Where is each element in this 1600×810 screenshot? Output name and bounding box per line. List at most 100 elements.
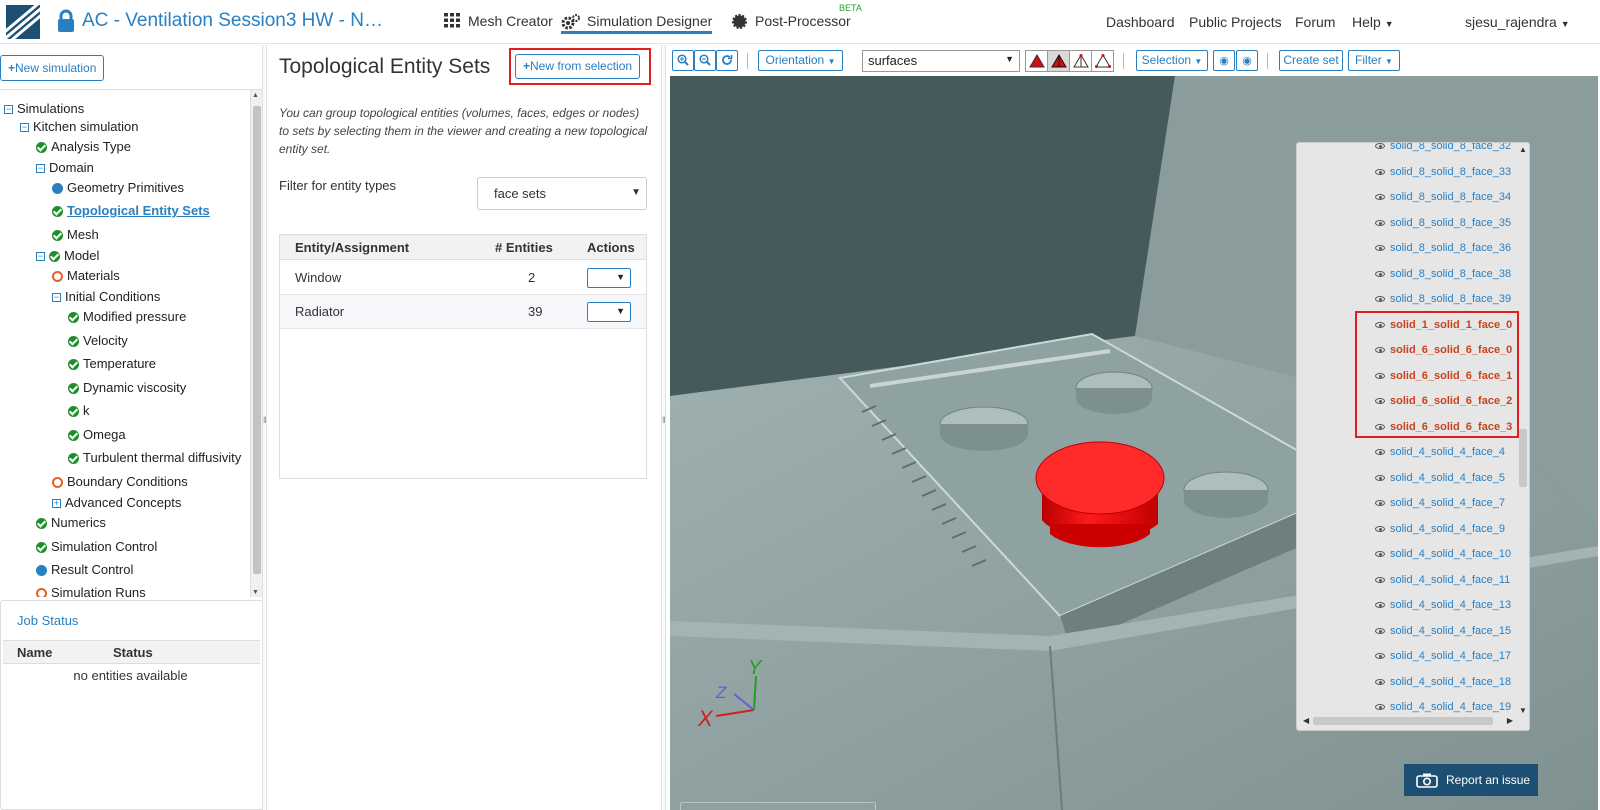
tab-mesh-creator[interactable]: Mesh Creator [444, 0, 553, 42]
eye-icon[interactable] [1375, 704, 1385, 711]
face-list-item[interactable]: solid_4_solid_4_face_11 [1375, 571, 1510, 589]
face-list-item[interactable]: solid_8_solid_8_face_39 [1375, 290, 1511, 308]
picked-entity-field[interactable]: solid_9_solid_9_face_9 [680, 802, 876, 810]
collapse-icon[interactable]: − [4, 105, 13, 115]
tree-boundary-conditions[interactable]: Boundary Conditions [52, 473, 188, 491]
tree-omega[interactable]: Omega [68, 426, 126, 444]
show-all-button[interactable]: ◉ [1236, 50, 1258, 71]
scroll-left-icon[interactable]: ◀ [1303, 716, 1309, 725]
tree-geometry-primitives[interactable]: Geometry Primitives [52, 179, 184, 197]
face-list-item[interactable]: solid_8_solid_8_face_34 [1375, 188, 1511, 206]
tree-simulation-runs[interactable]: Simulation Runs [36, 584, 146, 597]
orientation-dropdown[interactable]: Orientation ▼ [758, 50, 843, 71]
tree-temperature[interactable]: Temperature [68, 355, 156, 373]
dashboard-link[interactable]: Dashboard [1106, 14, 1175, 30]
zoom-out-button[interactable] [694, 50, 716, 71]
tree-dynamic-viscosity[interactable]: Dynamic viscosity [68, 379, 186, 397]
tree-scrollbar[interactable]: ▲ ▼ [250, 90, 262, 597]
tree-simulations[interactable]: − Simulations [4, 100, 84, 118]
tree-advanced-concepts[interactable]: + Advanced Concepts [52, 494, 181, 512]
help-menu[interactable]: Help ▼ [1352, 14, 1394, 30]
tree-modified-pressure[interactable]: Modified pressure [68, 308, 186, 326]
face-list-item[interactable]: solid_4_solid_4_face_13 [1375, 596, 1511, 614]
tree-kitchen-simulation[interactable]: − Kitchen simulation [20, 118, 139, 136]
face-list-item[interactable]: solid_8_solid_8_face_36 [1375, 239, 1511, 257]
tree-result-control[interactable]: Result Control [36, 561, 133, 579]
forum-link[interactable]: Forum [1295, 14, 1335, 30]
scroll-down-icon[interactable]: ▼ [1519, 706, 1527, 715]
shaded-solid-button[interactable] [1025, 50, 1048, 72]
face-list-item[interactable]: solid_4_solid_4_face_4 [1375, 443, 1505, 461]
eye-icon[interactable] [1375, 194, 1385, 201]
eye-icon[interactable] [1375, 168, 1385, 175]
eye-icon[interactable] [1375, 245, 1385, 252]
table-row[interactable]: Window 2 [280, 261, 646, 295]
tab-simulation-designer[interactable]: Simulation Designer [561, 0, 713, 34]
reset-view-button[interactable] [716, 50, 738, 71]
eye-icon[interactable] [1375, 270, 1385, 277]
eye-icon[interactable] [1375, 500, 1385, 507]
tree-topological-entity-sets[interactable]: Topological Entity Sets [52, 202, 210, 220]
create-set-button[interactable]: Create set [1279, 50, 1343, 71]
face-list-hscrollbar[interactable]: ◀ ▶ [1303, 716, 1513, 726]
collapse-icon[interactable]: − [36, 252, 45, 262]
face-list-item[interactable]: solid_8_solid_8_face_32 [1375, 143, 1511, 155]
tree-mesh[interactable]: Mesh [52, 226, 99, 244]
face-list-item[interactable]: solid_4_solid_4_face_15 [1375, 622, 1511, 640]
tree-domain[interactable]: − Domain [36, 159, 94, 177]
face-list-item[interactable]: solid_8_solid_8_face_38 [1375, 265, 1511, 283]
simscale-logo[interactable] [6, 5, 40, 39]
new-simulation-button[interactable]: +New simulation [0, 55, 105, 81]
collapse-icon[interactable]: − [20, 123, 29, 133]
selection-dropdown[interactable]: Selection ▼ [1136, 50, 1208, 71]
scroll-up-icon[interactable]: ▲ [252, 92, 259, 99]
expand-icon[interactable]: + [52, 499, 61, 509]
new-from-selection-button[interactable]: +New from selection [515, 54, 641, 79]
public-projects-link[interactable]: Public Projects [1189, 14, 1282, 30]
face-list-item[interactable]: solid_4_solid_4_face_19 [1375, 698, 1511, 716]
face-list-item[interactable]: solid_4_solid_4_face_5 [1375, 469, 1505, 487]
tree-analysis-type[interactable]: Analysis Type [36, 138, 131, 156]
user-menu[interactable]: sjesu_rajendra ▼ [1465, 14, 1570, 30]
face-list-item[interactable]: solid_4_solid_4_face_17 [1375, 647, 1511, 665]
3d-scene[interactable]: X Y Z solid_8_solid_8_face_32 solid_8_sol… [670, 76, 1598, 810]
tree-velocity[interactable]: Velocity [68, 332, 128, 350]
scroll-up-icon[interactable]: ▲ [1519, 145, 1527, 154]
face-list-item[interactable]: solid_4_solid_4_face_7 [1375, 494, 1505, 512]
eye-icon[interactable] [1375, 219, 1385, 226]
scroll-right-icon[interactable]: ▶ [1507, 716, 1513, 725]
tree-initial-conditions[interactable]: − Initial Conditions [52, 288, 160, 306]
tree-k[interactable]: k [68, 402, 90, 420]
eye-icon[interactable] [1375, 296, 1385, 303]
render-mode-select[interactable]: surfaces ▼ [862, 50, 1020, 72]
eye-icon[interactable] [1375, 602, 1385, 609]
face-list-vscrollbar[interactable]: ▲ ▼ [1517, 143, 1529, 717]
tree-materials[interactable]: Materials [52, 267, 120, 285]
eye-icon[interactable] [1375, 653, 1385, 660]
collapse-icon[interactable]: − [36, 164, 45, 174]
face-list-item[interactable]: solid_4_solid_4_face_10 [1375, 545, 1511, 563]
eye-icon[interactable] [1375, 576, 1385, 583]
eye-icon[interactable] [1375, 449, 1385, 456]
hide-selection-button[interactable]: ◉ [1213, 50, 1235, 71]
filter-dropdown[interactable]: Filter ▼ [1348, 50, 1400, 71]
selected-radiator-top[interactable] [1035, 441, 1165, 515]
scroll-thumb[interactable] [1313, 717, 1493, 725]
points-button[interactable] [1091, 50, 1114, 72]
face-list-item[interactable]: solid_4_solid_4_face_18 [1375, 673, 1511, 691]
table-row[interactable]: Radiator 39 [280, 295, 646, 329]
tree-model[interactable]: − Model [36, 247, 99, 265]
eye-icon[interactable] [1375, 551, 1385, 558]
scroll-thumb[interactable] [253, 106, 261, 574]
face-list-item[interactable]: solid_4_solid_4_face_9 [1375, 520, 1505, 538]
shaded-edges-button[interactable] [1047, 50, 1070, 72]
eye-icon[interactable] [1375, 525, 1385, 532]
actions-dropdown[interactable] [587, 302, 631, 322]
eye-icon[interactable] [1375, 627, 1385, 634]
report-issue-button[interactable]: Report an issue [1404, 764, 1538, 796]
wireframe-button[interactable] [1069, 50, 1092, 72]
eye-icon[interactable] [1375, 678, 1385, 685]
scroll-down-icon[interactable]: ▼ [252, 589, 259, 596]
face-list-item[interactable]: solid_8_solid_8_face_33 [1375, 163, 1511, 181]
left-splitter[interactable]: ‖ [262, 45, 267, 810]
